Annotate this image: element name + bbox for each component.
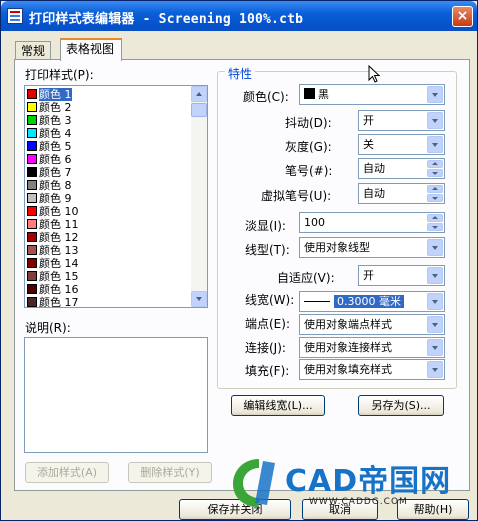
screening-spinner[interactable]: 100 xyxy=(299,212,445,233)
color-swatch-icon xyxy=(27,115,37,125)
lineweight-select[interactable]: 0.3000 毫米 xyxy=(299,291,445,312)
tab-general[interactable]: 常规 xyxy=(15,41,51,61)
list-item[interactable]: 颜色 15 xyxy=(27,270,192,283)
list-item[interactable]: 颜色 1 xyxy=(27,88,192,101)
color-swatch-icon xyxy=(27,167,37,177)
color-swatch-icon xyxy=(27,232,37,242)
spinner-icon[interactable] xyxy=(427,185,443,202)
fill-style-select[interactable]: 使用对象填充样式 xyxy=(299,359,445,380)
color-swatch-icon xyxy=(27,154,37,164)
adaptive-label: 自适应(V): xyxy=(277,271,335,285)
chevron-down-icon[interactable] xyxy=(427,293,443,310)
lineweight-label: 线宽(W): xyxy=(245,293,295,307)
spinner-icon[interactable] xyxy=(427,160,443,177)
join-style-label: 连接(J): xyxy=(245,341,286,355)
list-item[interactable]: 颜色 12 xyxy=(27,231,192,244)
cad-logo-icon xyxy=(233,459,275,507)
chevron-down-icon[interactable] xyxy=(427,361,443,378)
color-swatch-icon xyxy=(27,245,37,255)
color-swatch-icon xyxy=(27,89,37,99)
color-swatch-icon xyxy=(27,193,37,203)
color-swatch-icon xyxy=(304,88,315,99)
list-item[interactable]: 颜色 14 xyxy=(27,257,192,270)
edit-lineweights-button[interactable]: 编辑线宽(L)... xyxy=(231,395,325,416)
list-item[interactable]: 颜色 3 xyxy=(27,114,192,127)
dither-label: 抖动(D): xyxy=(285,116,332,130)
color-swatch-icon xyxy=(27,258,37,268)
delete-style-button[interactable]: 删除样式(Y) xyxy=(128,462,212,483)
list-item[interactable]: 颜色 16 xyxy=(27,283,192,296)
color-swatch-icon xyxy=(27,102,37,112)
join-style-select[interactable]: 使用对象连接样式 xyxy=(299,337,445,358)
tab-table-view[interactable]: 表格视图 xyxy=(60,38,122,61)
linetype-select[interactable]: 使用对象线型 xyxy=(299,237,445,258)
list-item[interactable]: 颜色 9 xyxy=(27,192,192,205)
line-preview-icon xyxy=(304,301,330,302)
list-item[interactable]: 颜色 4 xyxy=(27,127,192,140)
properties-title: 特性 xyxy=(225,65,256,82)
chevron-down-icon[interactable] xyxy=(427,267,443,284)
pen-number-label: 笔号(#): xyxy=(285,164,333,178)
virtual-pen-spinner[interactable]: 自动 xyxy=(358,183,445,204)
grayscale-label: 灰度(G): xyxy=(285,140,332,154)
fill-style-label: 填充(F): xyxy=(245,364,290,378)
chevron-down-icon[interactable] xyxy=(427,316,443,333)
dither-select[interactable]: 开 xyxy=(358,110,445,131)
linetype-label: 线型(T): xyxy=(245,243,290,257)
window-title: 打印样式表编辑器 - Screening 100%.ctb xyxy=(29,12,304,27)
color-swatch-icon xyxy=(27,284,37,294)
list-item[interactable]: 颜色 6 xyxy=(27,153,192,166)
watermark-brand: CAD帝国网 xyxy=(285,464,452,499)
color-swatch-icon xyxy=(27,219,37,229)
end-style-select[interactable]: 使用对象端点样式 xyxy=(299,314,445,335)
scroll-up-icon[interactable] xyxy=(191,86,207,102)
plot-styles-label: 打印样式(P): xyxy=(25,68,94,82)
description-field[interactable] xyxy=(24,337,208,453)
list-item[interactable]: 颜色 7 xyxy=(27,166,192,179)
color-swatch-icon xyxy=(27,141,37,151)
chevron-down-icon[interactable] xyxy=(427,136,443,153)
plot-style-editor-window: 打印样式表编辑器 - Screening 100%.ctb × 常规 表格视图 … xyxy=(0,0,478,521)
pen-number-spinner[interactable]: 自动 xyxy=(358,158,445,179)
chevron-down-icon[interactable] xyxy=(427,112,443,129)
app-icon xyxy=(7,8,23,24)
watermark: CAD帝国网 WWW.CADDG.COM xyxy=(229,453,474,513)
plot-styles-list[interactable]: 颜色 1 颜色 2 颜色 3 颜色 4 颜色 5 颜色 6 颜色 7 颜色 8 … xyxy=(24,85,208,308)
color-select[interactable]: 黑 xyxy=(299,84,445,105)
color-swatch-icon xyxy=(27,128,37,138)
scroll-thumb[interactable] xyxy=(191,103,207,117)
save-as-button[interactable]: 另存为(S)... xyxy=(358,395,444,416)
list-item[interactable]: 颜色 5 xyxy=(27,140,192,153)
list-item[interactable]: 颜色 8 xyxy=(27,179,192,192)
end-style-label: 端点(E): xyxy=(245,317,290,331)
chevron-down-icon[interactable] xyxy=(427,239,443,256)
list-item[interactable]: 颜色 11 xyxy=(27,218,192,231)
color-swatch-icon xyxy=(27,206,37,216)
chevron-down-icon[interactable] xyxy=(427,339,443,356)
chevron-down-icon[interactable] xyxy=(427,86,443,103)
title-bar[interactable]: 打印样式表编辑器 - Screening 100%.ctb × xyxy=(1,1,477,31)
scroll-down-icon[interactable] xyxy=(191,291,207,307)
list-scrollbar[interactable] xyxy=(191,86,207,307)
list-item[interactable]: 颜色 2 xyxy=(27,101,192,114)
list-item[interactable]: 颜色 17 xyxy=(27,296,192,307)
virtual-pen-label: 虚拟笔号(U): xyxy=(261,189,332,203)
description-label: 说明(R): xyxy=(25,321,71,335)
watermark-url: WWW.CADDG.COM xyxy=(309,497,408,507)
screening-label: 淡显(I): xyxy=(245,219,286,233)
spinner-icon[interactable] xyxy=(427,214,443,231)
color-swatch-icon xyxy=(27,180,37,190)
color-label: 颜色(C): xyxy=(243,90,289,104)
color-swatch-icon xyxy=(27,297,37,307)
grayscale-select[interactable]: 关 xyxy=(358,134,445,155)
color-swatch-icon xyxy=(27,271,37,281)
list-item[interactable]: 颜色 13 xyxy=(27,244,192,257)
add-style-button[interactable]: 添加样式(A) xyxy=(25,462,109,483)
close-button[interactable]: × xyxy=(452,6,473,27)
list-item[interactable]: 颜色 10 xyxy=(27,205,192,218)
adaptive-select[interactable]: 开 xyxy=(358,265,445,286)
mouse-cursor-icon xyxy=(368,65,380,83)
